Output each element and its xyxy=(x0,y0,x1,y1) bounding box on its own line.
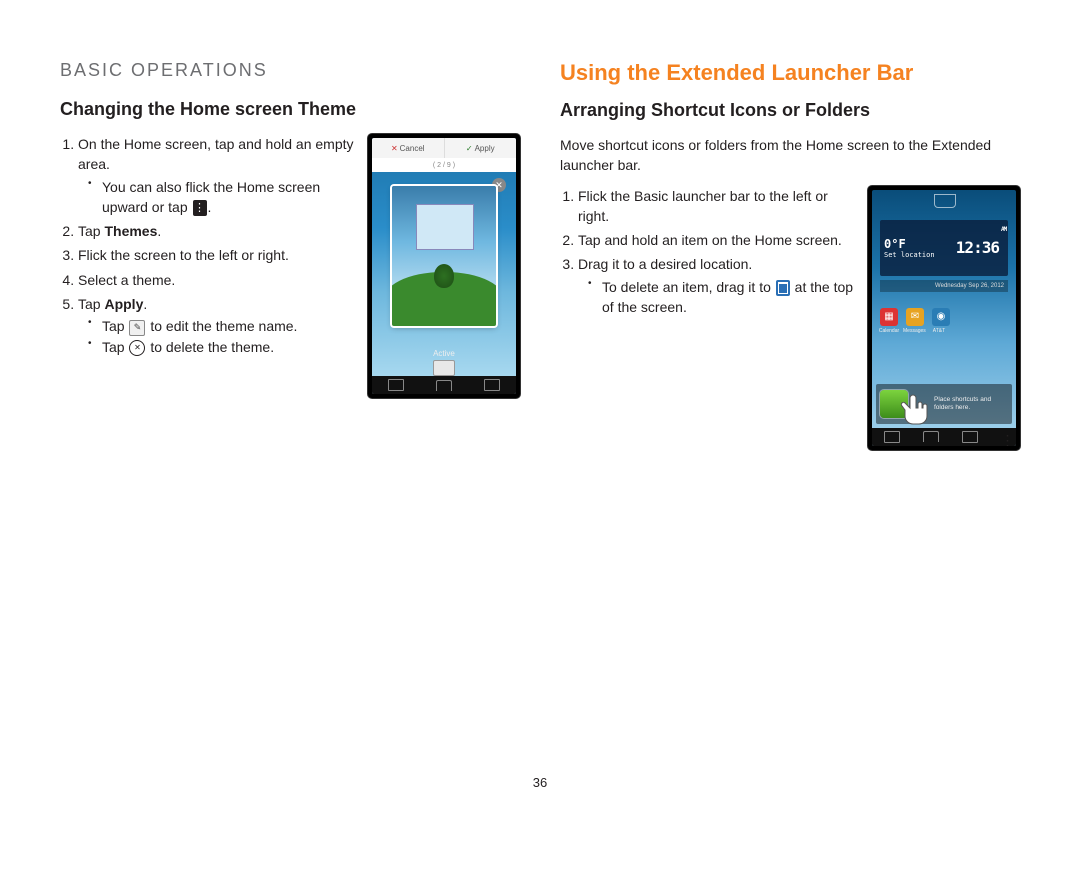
theme-phone-mock: ✕Cancel ✓Apply ( 2 / 9 ) ✕ Active xyxy=(368,134,520,398)
step-1-sub: You can also flick the Home screen upwar… xyxy=(92,177,356,218)
step-2-post: . xyxy=(157,223,161,239)
r-step-2: Tap and hold an item on the Home screen. xyxy=(578,230,856,250)
home-icon-2 xyxy=(923,431,939,442)
dock-label-3: AT&T xyxy=(928,328,950,334)
theme-active-label: Active xyxy=(433,349,455,358)
theme-footer: Active xyxy=(372,349,516,376)
pointer-hand-icon xyxy=(900,392,930,428)
step-1-text: On the Home screen, tap and hold an empt… xyxy=(78,136,354,172)
theme-stage: ✕ xyxy=(372,172,516,342)
calendar-app-icon: ▦ xyxy=(880,308,898,326)
theme-edit-icon xyxy=(433,360,455,376)
recent-icon-2 xyxy=(962,431,978,443)
step-5-bold: Apply xyxy=(104,296,143,312)
r-step-3-text: Drag it to a desired location. xyxy=(578,256,752,272)
date-strip: Wednesday Sep 26, 2012 xyxy=(880,280,1008,292)
step-2: Tap Themes. xyxy=(78,221,356,241)
r-step-3-sub: To delete an item, drag it to at the top… xyxy=(592,277,856,318)
r-step-3: Drag it to a desired location. To delete… xyxy=(578,254,856,317)
dock-icons: ▦ ✉ ◉ xyxy=(880,308,950,326)
back-icon xyxy=(388,379,404,391)
r-step-1: Flick the Basic launcher bar to the left… xyxy=(578,186,856,227)
theme-apply-btn: ✓Apply xyxy=(445,138,517,158)
right-steps: Flick the Basic launcher bar to the left… xyxy=(560,186,856,322)
launcher-intro: Move shortcut icons or folders from the … xyxy=(560,135,1020,176)
step-5-pre: Tap xyxy=(78,296,104,312)
step-1: On the Home screen, tap and hold an empt… xyxy=(78,134,356,217)
right-column: Using the Extended Launcher Bar Arrangin… xyxy=(560,60,1020,810)
left-content-row: On the Home screen, tap and hold an empt… xyxy=(60,134,520,398)
x-circle-icon xyxy=(129,340,145,356)
pencil-icon xyxy=(129,320,145,336)
android-nav-bar xyxy=(372,376,516,394)
theme-card-window xyxy=(416,204,474,250)
heading-launcher-bar: Using the Extended Launcher Bar xyxy=(560,60,1020,86)
step-1-sub-post: . xyxy=(208,199,212,215)
trash-icon xyxy=(776,280,790,296)
manual-page: BASIC OPERATIONS Changing the Home scree… xyxy=(0,0,1080,810)
home-icon xyxy=(436,380,452,391)
step-5-sub1: Tap to edit the theme name. xyxy=(92,316,356,336)
messages-app-icon: ✉ xyxy=(906,308,924,326)
step-3: Flick the screen to the left or right. xyxy=(78,245,356,265)
right-content-row: Flick the Basic launcher bar to the left… xyxy=(560,186,1020,450)
s5s2-post: to delete the theme. xyxy=(146,339,274,355)
back-icon-2 xyxy=(884,431,900,443)
left-column: BASIC OPERATIONS Changing the Home scree… xyxy=(60,60,520,810)
theme-card-tree xyxy=(434,264,454,288)
theme-card xyxy=(392,186,496,326)
temp-value: 0°F xyxy=(884,237,950,251)
theme-topbar: ✕Cancel ✓Apply xyxy=(372,138,516,158)
step-2-bold: Themes xyxy=(104,223,157,239)
step-2-pre: Tap xyxy=(78,223,104,239)
s5s1-post: to edit the theme name. xyxy=(146,318,297,334)
apply-label: Apply xyxy=(475,144,495,153)
r3-sub-pre: To delete an item, drag it to xyxy=(602,279,775,295)
page-number: 36 xyxy=(0,775,1080,790)
section-label: BASIC OPERATIONS xyxy=(60,60,520,81)
menu-dots-icon xyxy=(193,200,207,216)
clock-side: 12:36 AM xyxy=(954,220,1008,276)
recent-icon xyxy=(484,379,500,391)
step-5-sub2: Tap to delete the theme. xyxy=(92,337,356,357)
heading-change-theme: Changing the Home screen Theme xyxy=(60,99,520,120)
launcher-steps-list: Flick the Basic launcher bar to the left… xyxy=(560,186,856,318)
s5s1-pre: Tap xyxy=(102,318,128,334)
home-trash-icon xyxy=(934,194,956,208)
weather-clock-widget: 0°F Set location 12:36 AM xyxy=(880,220,1008,276)
android-nav-bar-2: ⋮ xyxy=(872,428,1016,446)
theme-steps-list: On the Home screen, tap and hold an empt… xyxy=(60,134,356,357)
extended-launcher-bar: Place shortcuts and folders here. xyxy=(876,384,1012,424)
weather-side: 0°F Set location xyxy=(880,220,954,276)
att-app-icon: ◉ xyxy=(932,308,950,326)
s5s2-pre: Tap xyxy=(102,339,128,355)
theme-cancel-btn: ✕Cancel xyxy=(372,138,445,158)
step-4: Select a theme. xyxy=(78,270,356,290)
clock-ampm: AM xyxy=(1001,226,1006,233)
left-steps: On the Home screen, tap and hold an empt… xyxy=(60,134,356,361)
menu-icon-2: ⋮ xyxy=(1001,432,1005,442)
theme-phone-screen: ✕Cancel ✓Apply ( 2 / 9 ) ✕ Active xyxy=(372,138,516,394)
temp-sub: Set location xyxy=(884,251,950,259)
subheading-arranging: Arranging Shortcut Icons or Folders xyxy=(560,100,1020,121)
launcher-phone-mock: 0°F Set location 12:36 AM Wednesday Sep … xyxy=(868,186,1020,450)
dock-labels: Calendar Messages AT&T xyxy=(878,328,950,334)
theme-counter: ( 2 / 9 ) xyxy=(372,158,516,172)
dock-label-2: Messages xyxy=(903,328,925,334)
launcher-phone-screen: 0°F Set location 12:36 AM Wednesday Sep … xyxy=(872,190,1016,446)
step-5-post: . xyxy=(143,296,147,312)
cancel-label: Cancel xyxy=(400,144,425,153)
clock-value: 12:36 xyxy=(956,238,999,257)
step-5: Tap Apply. Tap to edit the theme name. T… xyxy=(78,294,356,357)
dock-label-1: Calendar xyxy=(878,328,900,334)
